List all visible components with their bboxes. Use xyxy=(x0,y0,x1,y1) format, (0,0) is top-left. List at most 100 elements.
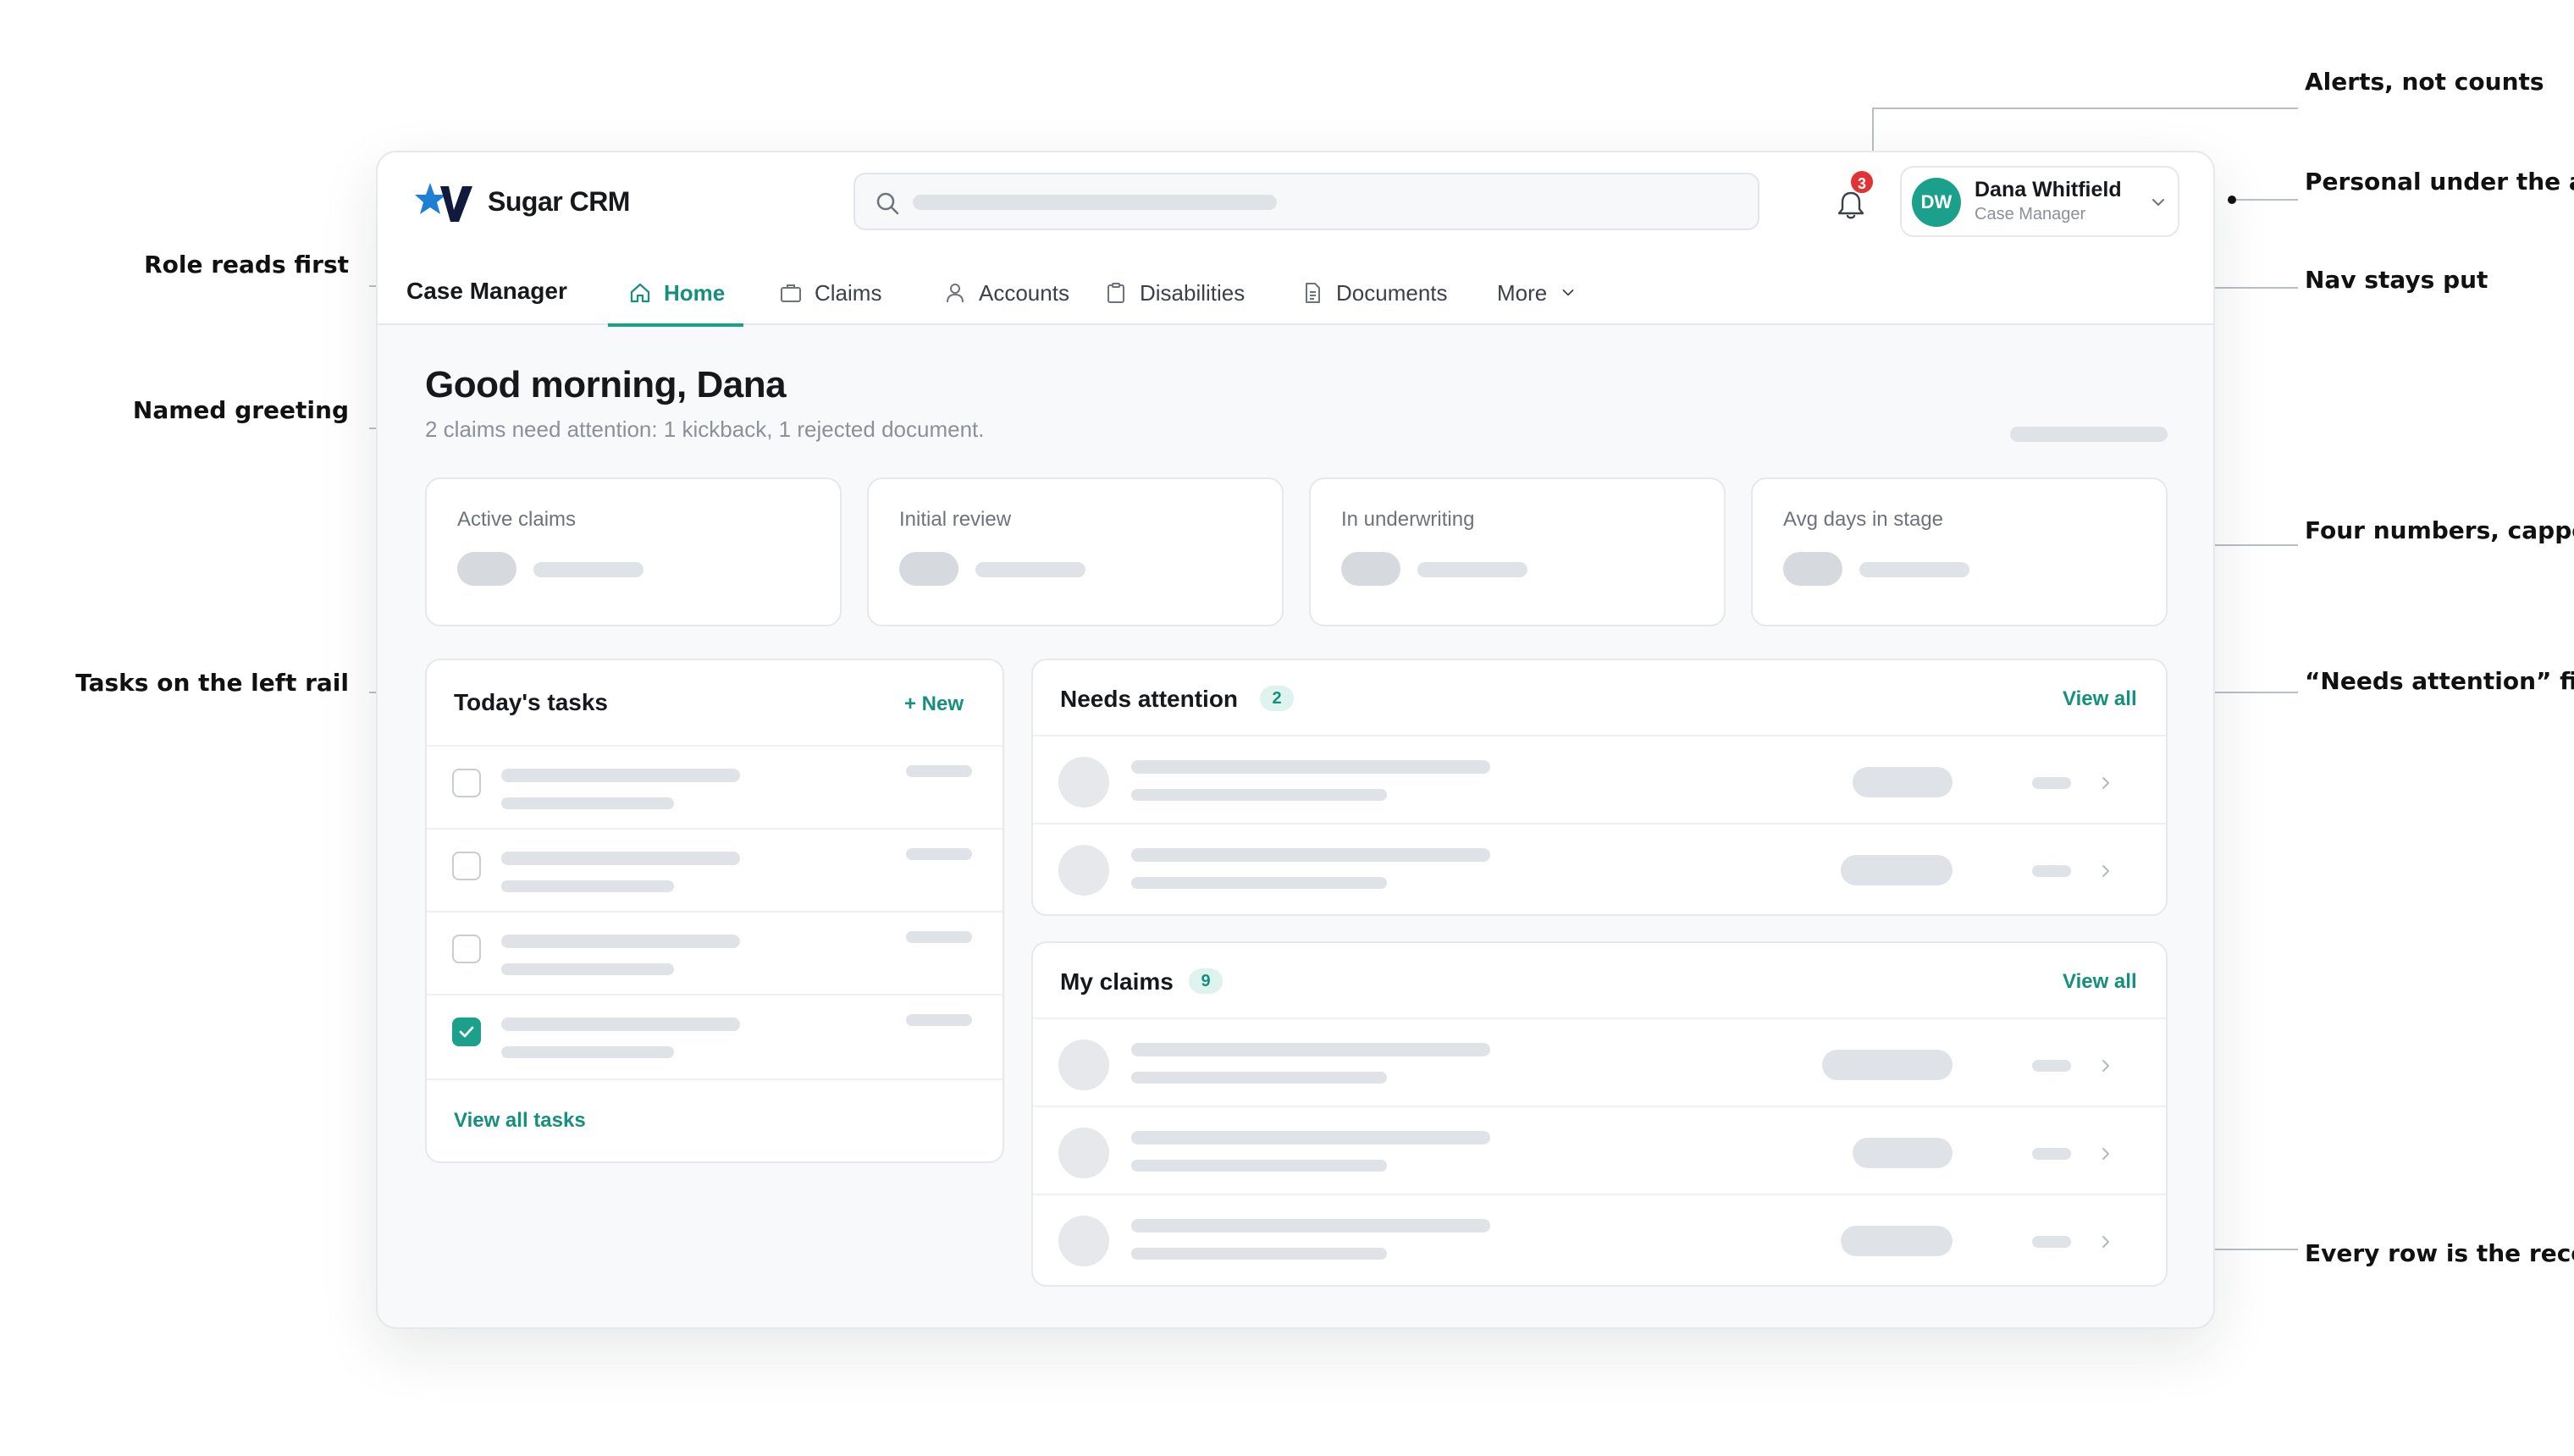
divider xyxy=(1033,823,2166,825)
row-avatar-placeholder xyxy=(1058,845,1109,896)
row-avatar-placeholder xyxy=(1058,757,1109,808)
task-title-placeholder xyxy=(501,1018,740,1031)
user-menu-button[interactable]: DW Dana Whitfield Case Manager xyxy=(1900,166,2179,237)
row-meta-placeholder xyxy=(1131,1160,1387,1172)
nav-more-menu[interactable]: More xyxy=(1497,261,1577,325)
divider xyxy=(427,994,1003,995)
task-date-placeholder xyxy=(906,848,972,860)
page-title: Good morning, Dana xyxy=(425,364,787,405)
chevron-down-icon xyxy=(2152,199,2164,206)
chevron-right-icon xyxy=(2102,865,2109,877)
needs-attention-view-all-link[interactable]: View all xyxy=(2063,687,2137,711)
annotation-greeting: Named greeting xyxy=(132,396,349,424)
app-window: Sugar CRM 3 DW Dana Whitfield Case Manag… xyxy=(376,151,2215,1329)
task-date-placeholder xyxy=(906,931,972,943)
divider xyxy=(427,745,1003,747)
nav-tab-label: Documents xyxy=(1336,279,1448,306)
stat-label: In underwriting xyxy=(1341,508,1475,531)
divider xyxy=(427,828,1003,830)
nav-tab-label: Home xyxy=(664,279,726,306)
nav-tab-label: More xyxy=(1497,279,1548,306)
avatar: DW xyxy=(1912,178,1961,227)
user-role: Case Manager xyxy=(1975,205,2086,223)
task-checkbox[interactable] xyxy=(452,852,481,880)
view-all-tasks-link[interactable]: View all tasks xyxy=(454,1109,586,1133)
stat-card-in-underwriting[interactable]: In underwriting xyxy=(1309,477,1726,626)
divider xyxy=(427,911,1003,913)
row-status-placeholder xyxy=(1841,855,1953,885)
nav-tab-label: Disabilities xyxy=(1140,279,1246,306)
my-claims-card: My claims 9 View all xyxy=(1031,941,2168,1287)
annotation-alerts: Alerts, not counts xyxy=(2305,68,2544,96)
nav-tab-documents[interactable]: Documents xyxy=(1301,261,1448,325)
stat-detail-placeholder xyxy=(975,562,1085,577)
row-status-placeholder xyxy=(1853,1138,1953,1168)
nav-tab-label: Accounts xyxy=(979,279,1069,306)
row-date-placeholder xyxy=(2032,1148,2071,1160)
chevron-right-icon xyxy=(2102,1060,2109,1072)
stat-value-placeholder xyxy=(457,552,516,586)
my-claims-view-all-link[interactable]: View all xyxy=(2063,970,2137,994)
task-meta-placeholder xyxy=(501,963,674,975)
stat-value-placeholder xyxy=(899,552,958,586)
row-date-placeholder xyxy=(2032,865,2071,877)
tasks-card: Today's tasks + New View all tasks xyxy=(425,659,1004,1163)
top-bar: Sugar CRM 3 DW Dana Whitfield Case Manag… xyxy=(378,152,2213,327)
stat-card-avg-days[interactable]: Avg days in stage xyxy=(1751,477,2168,626)
task-meta-placeholder xyxy=(501,797,674,809)
nav-tab-home[interactable]: Home xyxy=(607,261,744,327)
nav-tab-claims[interactable]: Claims xyxy=(779,261,881,325)
row-date-placeholder xyxy=(2032,1236,2071,1248)
search-input[interactable] xyxy=(853,173,1759,230)
task-meta-placeholder xyxy=(501,1046,674,1058)
row-meta-placeholder xyxy=(1131,1248,1387,1260)
divider xyxy=(427,1078,1003,1080)
new-task-button[interactable]: + New xyxy=(904,692,964,716)
briefcase-icon xyxy=(781,284,801,302)
user-name: Dana Whitfield xyxy=(1975,178,2122,201)
row-avatar-placeholder xyxy=(1058,1216,1109,1266)
stat-value-placeholder xyxy=(1341,552,1400,586)
row-status-placeholder xyxy=(1841,1226,1953,1256)
my-claims-count: 9 xyxy=(1189,968,1223,994)
needs-attention-card: Needs attention 2 View all xyxy=(1031,659,2168,916)
annotation-role: Role reads first xyxy=(144,251,349,279)
task-checkbox-checked[interactable] xyxy=(452,1018,481,1046)
divider xyxy=(1033,1106,2166,1107)
task-title-placeholder xyxy=(501,852,740,865)
chevron-down-icon xyxy=(1562,289,1574,296)
person-icon xyxy=(947,284,964,303)
divider xyxy=(1033,735,2166,736)
chevron-right-icon xyxy=(2102,777,2109,789)
task-checkbox[interactable] xyxy=(452,935,481,963)
row-title-placeholder xyxy=(1131,848,1490,862)
document-icon xyxy=(1306,283,1320,303)
row-status-placeholder xyxy=(1822,1050,1953,1080)
row-title-placeholder xyxy=(1131,1131,1490,1144)
task-date-placeholder xyxy=(906,765,972,777)
home-icon xyxy=(630,283,650,303)
task-date-placeholder xyxy=(906,1014,972,1026)
chevron-right-icon xyxy=(2102,1148,2109,1160)
nav-tab-disabilities[interactable]: Disabilities xyxy=(1104,261,1245,325)
row-meta-placeholder xyxy=(1131,877,1387,889)
divider xyxy=(1033,1018,2166,1019)
annotation-needs-attention: “Needs attention” first xyxy=(2305,667,2574,695)
row-status-placeholder xyxy=(1853,767,1953,797)
brand-name[interactable]: Sugar CRM xyxy=(488,186,630,218)
role-label: Case Manager xyxy=(406,278,567,304)
stat-card-active-claims[interactable]: Active claims xyxy=(425,477,842,626)
main-nav: Case Manager Home Claims Accounts Disabi… xyxy=(378,261,2213,327)
stat-card-initial-review[interactable]: Initial review xyxy=(867,477,1284,626)
nav-tab-label: Claims xyxy=(815,279,882,306)
annotation-personal: Personal under the avatar xyxy=(2305,168,2574,196)
stat-label: Active claims xyxy=(457,508,577,531)
nav-tab-accounts[interactable]: Accounts xyxy=(943,261,1069,325)
row-avatar-placeholder xyxy=(1058,1128,1109,1178)
divider xyxy=(1033,1194,2166,1195)
stat-label: Avg days in stage xyxy=(1783,508,1944,531)
row-avatar-placeholder xyxy=(1058,1040,1109,1090)
task-checkbox[interactable] xyxy=(452,769,481,797)
annotation-rows: Every row is the record xyxy=(2305,1239,2574,1267)
stat-detail-placeholder xyxy=(533,562,644,577)
